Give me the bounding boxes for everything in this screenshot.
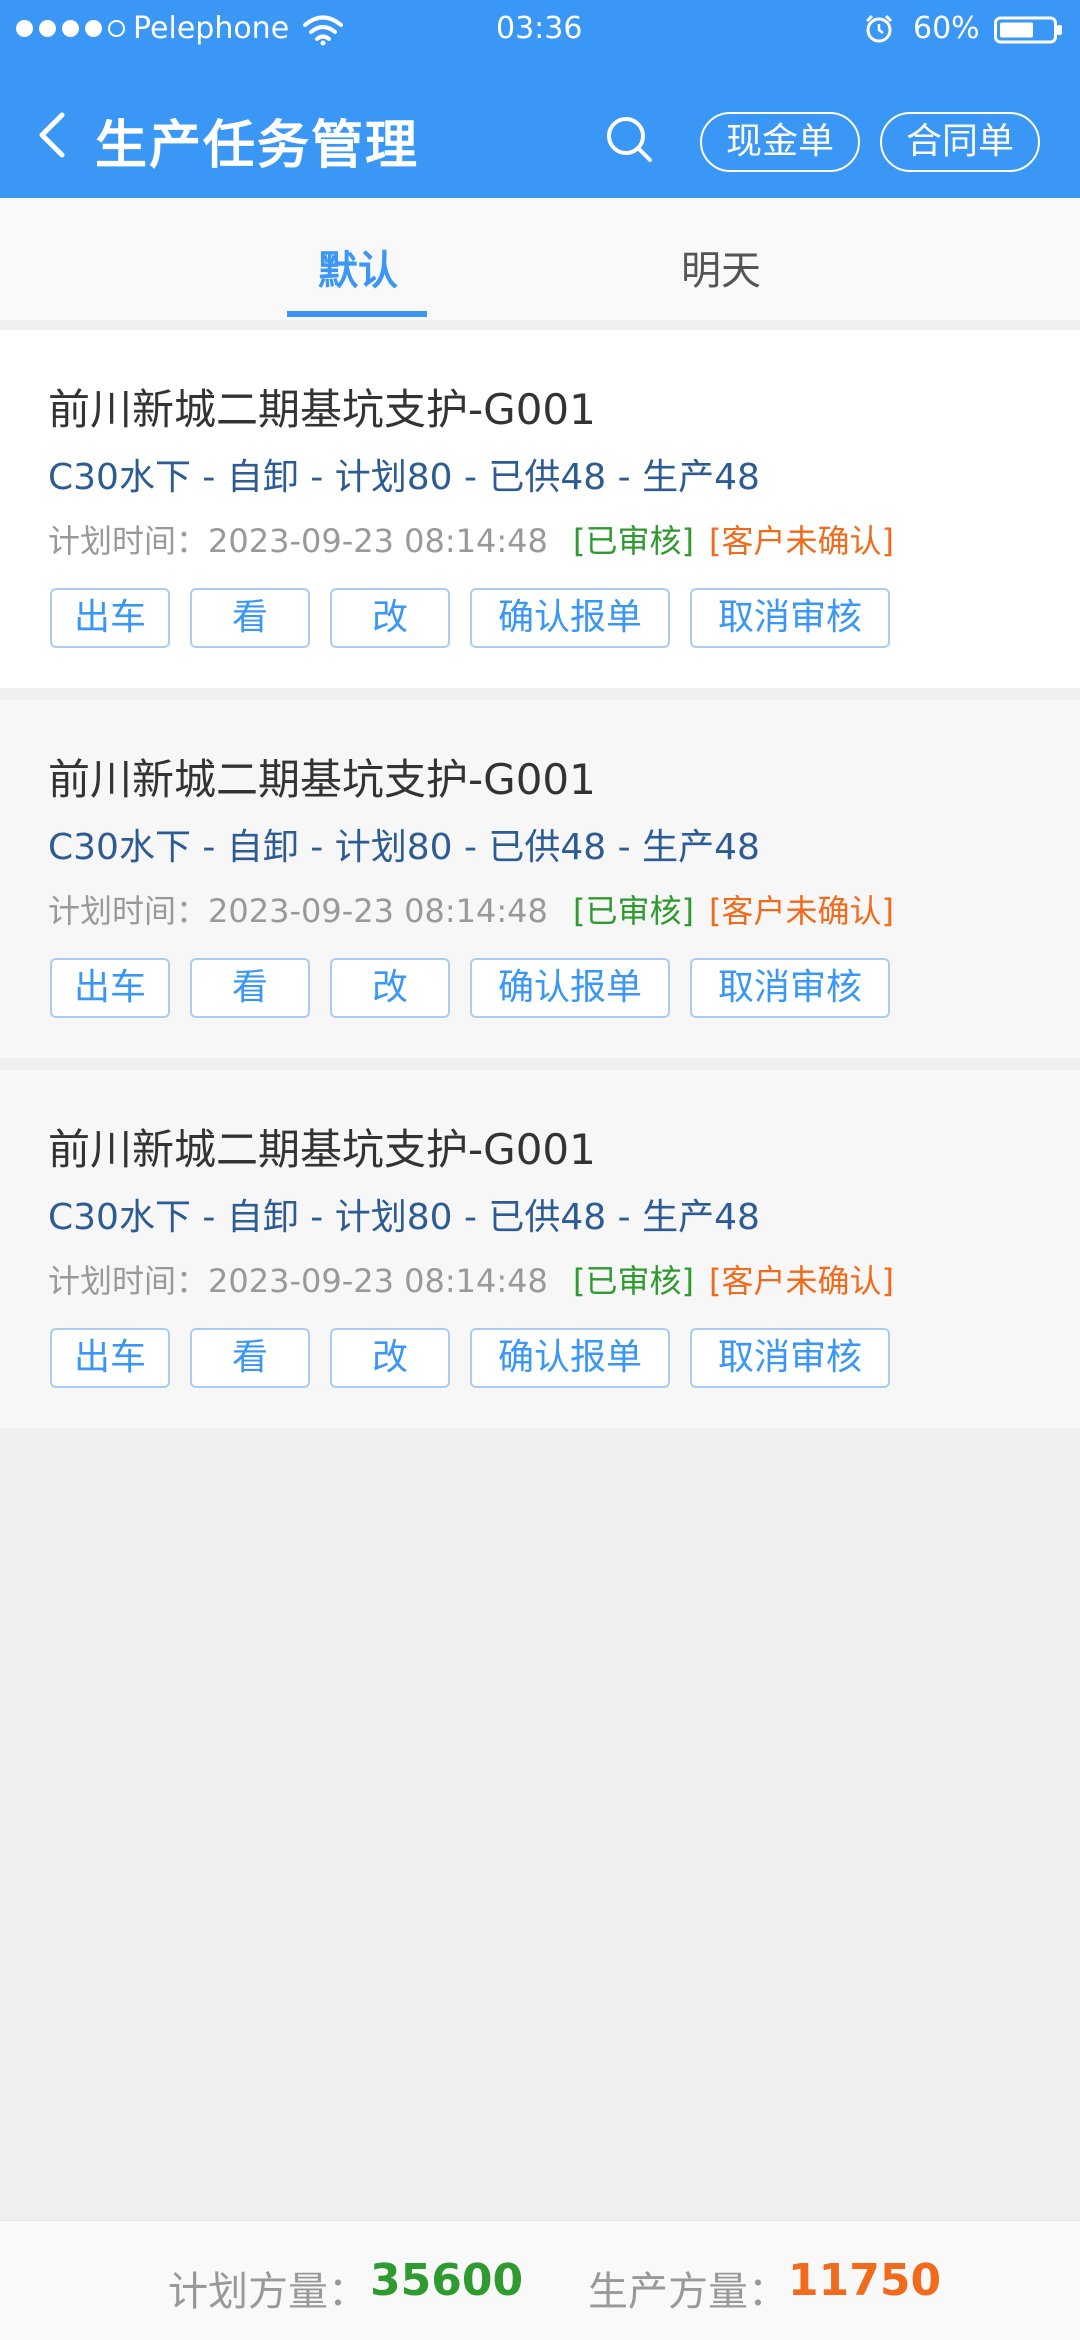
- produced-volume-value: 11750: [788, 2255, 942, 2306]
- tab-default[interactable]: 默认: [318, 238, 398, 296]
- wifi-icon: [303, 15, 343, 46]
- view-button[interactable]: 看: [190, 588, 310, 648]
- back-arrow-icon[interactable]: [32, 110, 72, 160]
- dispatch-button[interactable]: 出车: [50, 588, 170, 648]
- dispatch-button[interactable]: 出车: [50, 958, 170, 1018]
- edit-button[interactable]: 改: [330, 588, 450, 648]
- battery-icon: [994, 16, 1062, 44]
- tab-active-indicator: [287, 311, 427, 317]
- task-card[interactable]: 前川新城二期基坑支护-G001 C30水下 - 自卸 - 计划80 - 已供48…: [0, 330, 1080, 688]
- edit-button[interactable]: 改: [330, 1328, 450, 1388]
- alarm-icon: [865, 14, 893, 43]
- status-badge-unconfirmed: [客户未确认]: [709, 892, 894, 930]
- view-button[interactable]: 看: [190, 1328, 310, 1388]
- cash-order-button[interactable]: 现金单: [700, 112, 860, 172]
- carrier-name: Pelephone: [133, 11, 290, 46]
- view-button[interactable]: 看: [190, 958, 310, 1018]
- planned-volume-label: 计划方量：: [168, 2269, 368, 2315]
- confirm-report-button[interactable]: 确认报单: [470, 958, 670, 1018]
- task-plan-time: 计划时间：2023-09-23 08:14:48: [48, 522, 548, 560]
- tab-tomorrow[interactable]: 明天: [681, 238, 761, 296]
- planned-volume-value: 35600: [370, 2255, 524, 2306]
- cancel-approval-button[interactable]: 取消审核: [690, 588, 890, 648]
- task-title: 前川新城二期基坑支护-G001: [48, 1125, 596, 1174]
- status-badge-approved: [已审核]: [573, 892, 694, 930]
- battery-percent: 60%: [913, 11, 980, 46]
- status-badge-approved: [已审核]: [573, 522, 694, 560]
- signal-strength-icon: [16, 20, 125, 37]
- status-badge-unconfirmed: [客户未确认]: [709, 522, 894, 560]
- search-icon[interactable]: [604, 114, 654, 164]
- confirm-report-button[interactable]: 确认报单: [470, 1328, 670, 1388]
- task-plan-time: 计划时间：2023-09-23 08:14:48: [48, 1262, 548, 1300]
- task-detail: C30水下 - 自卸 - 计划80 - 已供48 - 生产48: [48, 1197, 760, 1238]
- edit-button[interactable]: 改: [330, 958, 450, 1018]
- confirm-report-button[interactable]: 确认报单: [470, 588, 670, 648]
- nav-bar: 生产任务管理 现金单 合同单: [0, 60, 1080, 198]
- page-title: 生产任务管理: [95, 116, 420, 176]
- task-card[interactable]: 前川新城二期基坑支护-G001 C30水下 - 自卸 - 计划80 - 已供48…: [0, 700, 1080, 1058]
- status-bar: Pelephone 03:36 60%: [0, 0, 1080, 60]
- cancel-approval-button[interactable]: 取消审核: [690, 1328, 890, 1388]
- summary-footer: 计划方量： 35600 生产方量： 11750: [0, 2220, 1080, 2340]
- contract-order-button[interactable]: 合同单: [880, 112, 1040, 172]
- clock: 03:36: [496, 11, 583, 46]
- task-title: 前川新城二期基坑支护-G001: [48, 385, 596, 434]
- task-card[interactable]: 前川新城二期基坑支护-G001 C30水下 - 自卸 - 计划80 - 已供48…: [0, 1070, 1080, 1428]
- status-badge-approved: [已审核]: [573, 1262, 694, 1300]
- dispatch-button[interactable]: 出车: [50, 1328, 170, 1388]
- task-title: 前川新城二期基坑支护-G001: [48, 755, 596, 804]
- task-plan-time: 计划时间：2023-09-23 08:14:48: [48, 892, 548, 930]
- produced-volume-label: 生产方量：: [588, 2269, 788, 2315]
- tab-bar: 默认 明天: [0, 198, 1080, 320]
- task-detail: C30水下 - 自卸 - 计划80 - 已供48 - 生产48: [48, 457, 760, 498]
- app-header: Pelephone 03:36 60% 生产任务管理 现金单 合同单: [0, 0, 1080, 198]
- cancel-approval-button[interactable]: 取消审核: [690, 958, 890, 1018]
- task-detail: C30水下 - 自卸 - 计划80 - 已供48 - 生产48: [48, 827, 760, 868]
- status-badge-unconfirmed: [客户未确认]: [709, 1262, 894, 1300]
